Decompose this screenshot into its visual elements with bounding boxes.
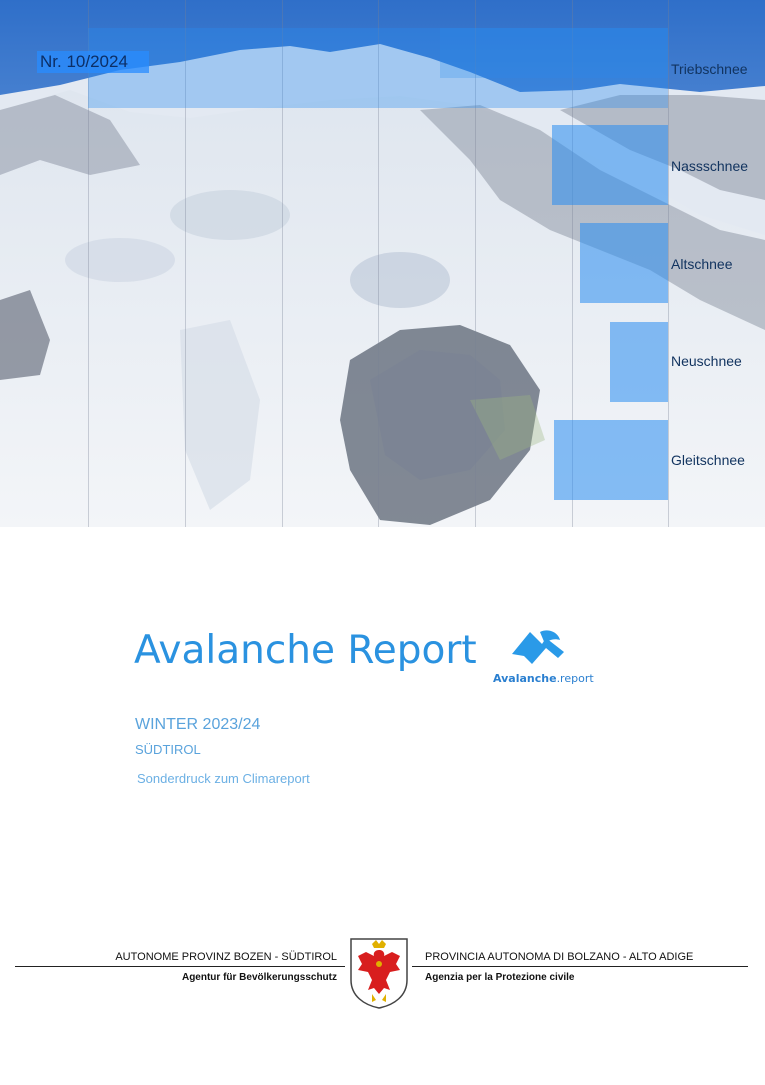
season-label: WINTER 2023/24 (135, 716, 261, 733)
tyrolean-eagle-crest-icon (348, 936, 410, 1010)
subtitle-label: Sonderdruck zum Climareport (137, 771, 310, 786)
category-block-altschnee (580, 223, 668, 303)
issue-number: Nr. 10/2024 (37, 51, 149, 73)
agency-name-de: Agentur für Bevölkerungsschutz (181, 972, 337, 983)
footer-divider-right (412, 966, 748, 967)
category-label-nassschnee: Nassschnee (671, 158, 749, 174)
logo-wordmark: Avalanche.report (493, 672, 594, 685)
category-label-gleitschnee: Gleitschnee (671, 452, 745, 468)
cover-photo: Nr. 10/2024 Triebschnee Nassschnee Altsc… (0, 0, 765, 527)
avalanche-mountain-icon (512, 630, 564, 664)
overlay-band (440, 28, 668, 78)
category-block-triebschnee-nassschnee (552, 125, 668, 205)
grid-line (668, 0, 669, 527)
category-label-altschnee: Altschnee (671, 256, 733, 272)
category-label-neuschnee: Neuschnee (671, 353, 742, 369)
region-label: SÜDTIROL (135, 742, 201, 757)
category-label-triebschnee: Triebschnee (671, 61, 748, 77)
footer-divider-left (15, 966, 345, 967)
logo-brand-main: Avalanche (493, 672, 557, 685)
category-block-neuschnee (610, 322, 668, 402)
province-name-it: PROVINCIA AUTONOMA DI BOLZANO - ALTO ADI… (425, 951, 694, 963)
province-name-de: AUTONOME PROVINZ BOZEN - SÜDTIROL (115, 951, 337, 963)
report-title: Avalanche Report (134, 628, 477, 673)
agency-name-it: Agenzia per la Protezione civile (425, 972, 575, 983)
logo-brand-suffix: .report (556, 672, 594, 685)
category-block-gleitschnee (554, 420, 668, 500)
